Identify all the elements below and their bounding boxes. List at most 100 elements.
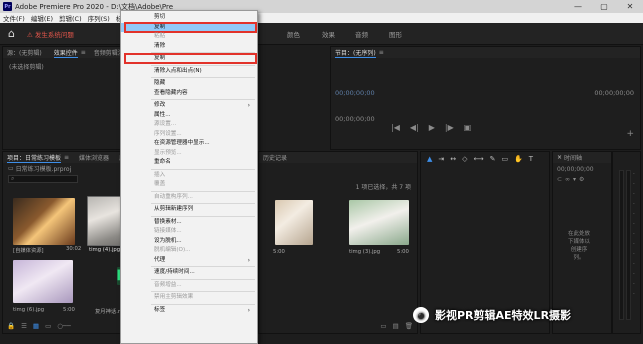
- context-menu-item[interactable]: 设为脱机...: [121, 237, 257, 246]
- tab-project[interactable]: 项目：日常练习模板: [7, 153, 62, 163]
- snap-icon[interactable]: ⊂: [557, 176, 562, 183]
- menu-edit[interactable]: 编辑(E): [28, 13, 56, 23]
- menu-clip[interactable]: 剪辑(C): [56, 13, 85, 23]
- close-icon[interactable]: ×: [557, 154, 564, 161]
- thumbnail-timg-3[interactable]: [349, 200, 409, 245]
- play-icon[interactable]: ▶: [429, 123, 435, 132]
- play-back-icon[interactable]: ◀|: [410, 123, 419, 132]
- settings-icon[interactable]: ⚙: [579, 176, 584, 183]
- context-menu-item[interactable]: 清除入点和出点(N): [121, 67, 257, 76]
- context-menu-item[interactable]: 自动重构序列...: [121, 193, 257, 202]
- new-bin-icon[interactable]: ▭: [380, 322, 386, 330]
- project-panel-right-header: 历史记录: [259, 152, 417, 163]
- context-menu-item[interactable]: 在资源管理器中显示...: [121, 139, 257, 148]
- context-menu-item[interactable]: 链接媒体...: [121, 227, 257, 236]
- context-menu-item[interactable]: 插入: [121, 171, 257, 180]
- link-icon[interactable]: ∞: [565, 176, 570, 183]
- razor-icon[interactable]: ◇: [462, 155, 467, 163]
- program-timecode-left[interactable]: 00;00;00;00: [335, 89, 375, 97]
- pen-icon[interactable]: ✎: [490, 155, 496, 163]
- menu-sequence[interactable]: 序列(S): [85, 13, 113, 23]
- track-select-icon[interactable]: ⇥: [438, 155, 444, 163]
- workspace-tab-effects[interactable]: 效果: [322, 29, 335, 39]
- tool-row: ▲ ⇥ ↔ ◇ ⟷ ✎ ▭ ✋ T: [421, 152, 549, 166]
- panel-menu-icon[interactable]: ≡: [379, 49, 384, 56]
- transport-controls: |◀ ◀| ▶ |▶ ▣: [391, 123, 471, 132]
- step-back-icon[interactable]: |◀: [391, 123, 400, 132]
- tab-source[interactable]: 源：(无剪辑): [7, 48, 42, 57]
- audio-meter-left: [619, 170, 624, 320]
- system-error-notice[interactable]: ⚠ 发生系统问题: [27, 29, 74, 39]
- hand-tool-icon[interactable]: ✋: [514, 155, 523, 163]
- context-menu-item[interactable]: 重命名: [121, 158, 257, 167]
- workspace-tab-graphics[interactable]: 图形: [389, 29, 402, 39]
- workspace-tab-color[interactable]: 颜色: [287, 29, 300, 39]
- thumbnail-timg-2[interactable]: [275, 200, 313, 245]
- icon-view-icon[interactable]: ▦: [33, 322, 39, 330]
- context-menu-item[interactable]: 序列设置...: [121, 130, 257, 139]
- step-forward-icon[interactable]: |▶: [445, 123, 454, 132]
- menu-separator: [151, 266, 255, 267]
- context-menu-item[interactable]: 覆盖: [121, 180, 257, 189]
- annotation-red-box: [124, 53, 257, 64]
- context-menu-item[interactable]: 从剪辑新建序列: [121, 205, 257, 214]
- selection-tool-icon[interactable]: ▲: [427, 155, 432, 163]
- tab-timeline[interactable]: 时间轴: [564, 153, 582, 162]
- thumbnail-media-resources[interactable]: [13, 198, 75, 245]
- menu-separator: [151, 203, 255, 204]
- thumbnail-timg-6[interactable]: [13, 260, 73, 303]
- close-button[interactable]: ✕: [617, 0, 643, 13]
- project-bottom-toolbar: 🔒 ☰ ▦ ▭ ○──: [7, 322, 71, 330]
- context-menu-item[interactable]: 查看隐藏内容: [121, 89, 257, 98]
- context-menu-item[interactable]: 粘贴: [121, 32, 257, 41]
- menu-separator: [151, 64, 255, 66]
- workspace-tab-audio[interactable]: 音频: [355, 29, 368, 39]
- lock-icon[interactable]: 🔒: [7, 322, 15, 330]
- context-menu-item-label: 覆盖: [154, 181, 166, 187]
- context-menu-item-label: 在资源管理器中显示...: [154, 140, 210, 146]
- tab-media-browser[interactable]: 媒体浏览器: [79, 153, 109, 162]
- export-frame-icon[interactable]: ▣: [464, 123, 472, 132]
- context-menu-item[interactable]: 代理 ›: [121, 256, 257, 265]
- context-menu-item[interactable]: 显示预览...: [121, 149, 257, 158]
- rectangle-tool-icon[interactable]: ▭: [501, 155, 508, 163]
- project-right-toolbar: ▭ ▤ 🗑: [380, 322, 413, 330]
- item-duration: 30:02: [66, 246, 82, 252]
- tab-effect-controls[interactable]: 效果控件: [53, 48, 78, 58]
- context-menu-item[interactable]: 标签 ›: [121, 306, 257, 315]
- context-menu-item[interactable]: 清除: [121, 42, 257, 51]
- add-button-icon[interactable]: +: [626, 129, 634, 139]
- minimize-button[interactable]: —: [565, 0, 591, 13]
- tab-program[interactable]: 节目：(无序列): [335, 48, 376, 58]
- type-tool-icon[interactable]: T: [529, 155, 533, 163]
- context-menu-item[interactable]: 脱机编辑(O)...: [121, 246, 257, 255]
- context-menu-item[interactable]: 音频增益...: [121, 281, 257, 290]
- list-view-icon[interactable]: ☰: [21, 322, 27, 330]
- new-item-icon[interactable]: ▤: [393, 322, 399, 330]
- panel-menu-icon[interactable]: ≡: [64, 154, 69, 161]
- maximize-button[interactable]: ▢: [591, 0, 617, 13]
- item-name: timg (6).jpg: [13, 307, 45, 313]
- context-menu-item[interactable]: 属性...: [121, 111, 257, 120]
- menu-file[interactable]: 文件(F): [0, 13, 28, 23]
- ripple-edit-icon[interactable]: ↔: [450, 155, 456, 163]
- freeform-view-icon[interactable]: ▭: [45, 322, 51, 330]
- slip-icon[interactable]: ⟷: [474, 155, 484, 163]
- context-menu-item-label: 自动重构序列...: [154, 193, 193, 200]
- panel-menu-icon[interactable]: ≡: [81, 49, 86, 56]
- context-menu-item[interactable]: 源设置...: [121, 120, 257, 129]
- timeline-timecode: 00;00;00;00: [557, 166, 594, 173]
- marker-icon[interactable]: ▾: [573, 176, 576, 183]
- context-menu-item[interactable]: 修改 ›: [121, 101, 257, 110]
- context-menu-item[interactable]: 禁用主剪辑效果: [121, 293, 257, 302]
- context-menu-item[interactable]: 隐藏: [121, 79, 257, 88]
- tab-history[interactable]: 历史记录: [263, 153, 287, 162]
- delete-icon[interactable]: 🗑: [405, 322, 413, 330]
- zoom-slider[interactable]: ○──: [57, 322, 71, 330]
- home-icon[interactable]: ⌂: [8, 27, 15, 40]
- context-menu-item[interactable]: 替换素材...: [121, 218, 257, 227]
- project-search-input[interactable]: ⌕: [8, 174, 78, 183]
- context-menu-item[interactable]: 速度/持续时间...: [121, 268, 257, 277]
- timeline-tool-row: ⊂ ∞ ▾ ⚙: [553, 176, 611, 183]
- context-menu-item-label: 剪切: [154, 14, 166, 20]
